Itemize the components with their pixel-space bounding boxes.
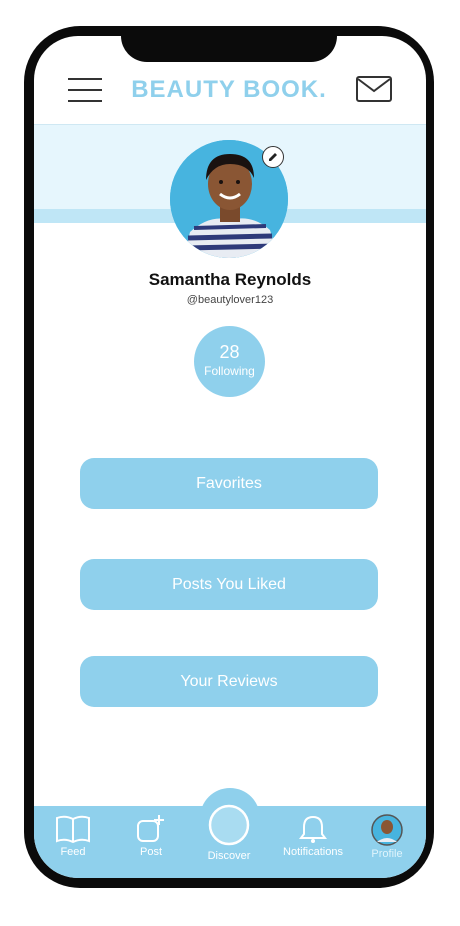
tab-label: Feed [60,846,86,858]
pencil-icon [269,153,277,161]
your-reviews-button[interactable]: Your Reviews [80,656,378,707]
following-label: Following [204,364,255,378]
bell-icon [299,815,327,843]
tab-label: Profile [371,848,403,860]
envelope-icon [356,76,392,102]
phone-notch [121,26,337,62]
following-count: 28 [219,342,240,362]
profile-name: Samantha Reynolds [148,270,312,289]
hamburger-menu-button[interactable] [68,78,102,104]
posts-you-liked-button[interactable]: Posts You Liked [80,559,378,610]
menu-line-icon [68,89,102,91]
tab-feed[interactable]: Feed [34,808,112,874]
edit-avatar-button[interactable] [262,146,284,168]
menu-line-icon [68,100,102,102]
tab-notifications[interactable]: Notifications [274,808,352,874]
app-logo: BEAUTY BOOK. [131,76,327,103]
tab-post[interactable]: Post [112,808,190,874]
tab-label: Post [139,846,162,858]
tab-label: Discover [207,850,251,862]
mail-button[interactable] [356,76,392,102]
menu-line-icon [68,78,102,80]
tab-label: Notifications [283,846,343,858]
tab-discover[interactable]: Discover [190,796,268,862]
favorites-button[interactable]: Favorites [80,458,378,509]
discover-icon [208,804,250,846]
following-count-button[interactable]: 28 Following [194,326,265,397]
add-post-icon [137,815,164,842]
book-icon [56,815,90,844]
tab-profile[interactable]: Profile [348,808,426,874]
profile-handle: @beautylover123 [186,294,274,306]
avatar-icon [371,814,403,846]
app-screen: BEAUTY BOOK. Samantha Reynolds @beautylo… [34,36,426,878]
